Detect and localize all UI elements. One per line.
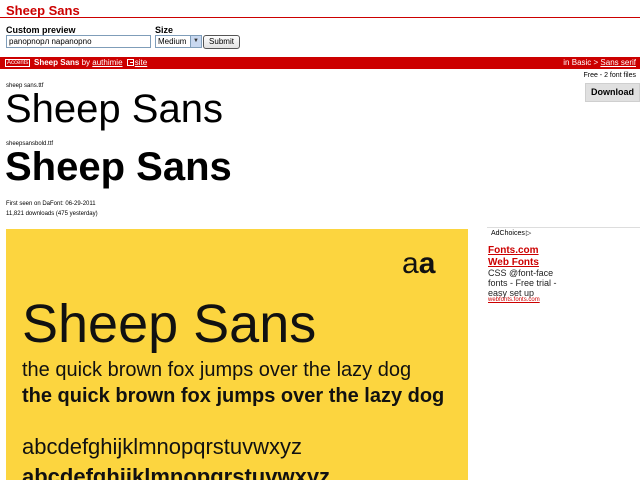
- specimen-alphabet-regular: abcdefghijklmnopqrstuvwxyz: [22, 434, 303, 459]
- bold-font-sample: Sheep Sans: [5, 145, 232, 189]
- adchoices-label: AdChoices: [491, 230, 525, 237]
- submit-button[interactable]: Submit: [203, 35, 240, 49]
- specimen-pangram-regular: the quick brown fox jumps over the lazy …: [22, 359, 412, 381]
- size-select-value: Medium: [158, 37, 187, 46]
- ad-title-web-fonts[interactable]: Web Fonts: [488, 257, 539, 268]
- custom-preview-input[interactable]: panopnopл napanopno: [6, 35, 151, 48]
- title-divider: [0, 17, 640, 18]
- specimen-alphabet-bold: abcdefghijklmnopqrstuvwxyz: [22, 464, 331, 480]
- license-info: Free - 2 font files: [583, 72, 636, 79]
- adchoices-icon: ▷: [525, 230, 532, 237]
- custom-preview-label: Custom preview: [6, 25, 76, 35]
- site-link[interactable]: site: [135, 58, 147, 67]
- size-select[interactable]: Medium ▼: [155, 35, 202, 48]
- category-breadcrumb: in Basic > Sans serif: [563, 57, 636, 69]
- first-seen-date: First seen on DaFont: 06-29-2011: [6, 201, 96, 207]
- font-name: Sheep Sans: [34, 58, 80, 67]
- by-text: by: [81, 58, 91, 67]
- ad-url-link[interactable]: webfonts.fonts.com: [488, 297, 540, 303]
- ad-description: CSS @font-face fonts - Free trial - easy…: [488, 268, 557, 298]
- author-link[interactable]: authimie: [92, 58, 122, 67]
- specimen-aa-regular: a: [402, 247, 419, 280]
- ad-title-fonts-com[interactable]: Fonts.com: [488, 245, 539, 256]
- specimen-title: Sheep Sans: [22, 294, 317, 354]
- download-count: 11,821 downloads (475 yesterday): [6, 211, 98, 217]
- category-link[interactable]: Sans serif: [600, 58, 636, 67]
- preview-form: Custom preview Size panopnopл napanopno …: [6, 25, 306, 51]
- font-info-bar: Accents Sheep Sans by authimie site in B…: [0, 57, 640, 69]
- font-byline: Sheep Sans by authimie site: [34, 57, 147, 69]
- download-button[interactable]: Download: [585, 83, 640, 102]
- page-title: Sheep Sans: [6, 3, 80, 18]
- specimen-aa-bold: a: [418, 247, 436, 280]
- adchoices-link[interactable]: AdChoices▷: [491, 229, 531, 237]
- category-prefix: in Basic >: [563, 58, 599, 67]
- specimen-aa-glyphs: aa: [402, 249, 435, 279]
- ad-divider: [487, 227, 640, 228]
- font-specimen-image: aa Sheep Sans the quick brown fox jumps …: [6, 229, 468, 480]
- size-label: Size: [155, 25, 174, 35]
- accents-badge: Accents: [5, 59, 31, 67]
- regular-font-sample: Sheep Sans: [5, 87, 223, 131]
- external-link-icon: [126, 59, 134, 66]
- chevron-down-icon[interactable]: ▼: [190, 36, 201, 47]
- specimen-pangram-bold: the quick brown fox jumps over the lazy …: [22, 385, 445, 407]
